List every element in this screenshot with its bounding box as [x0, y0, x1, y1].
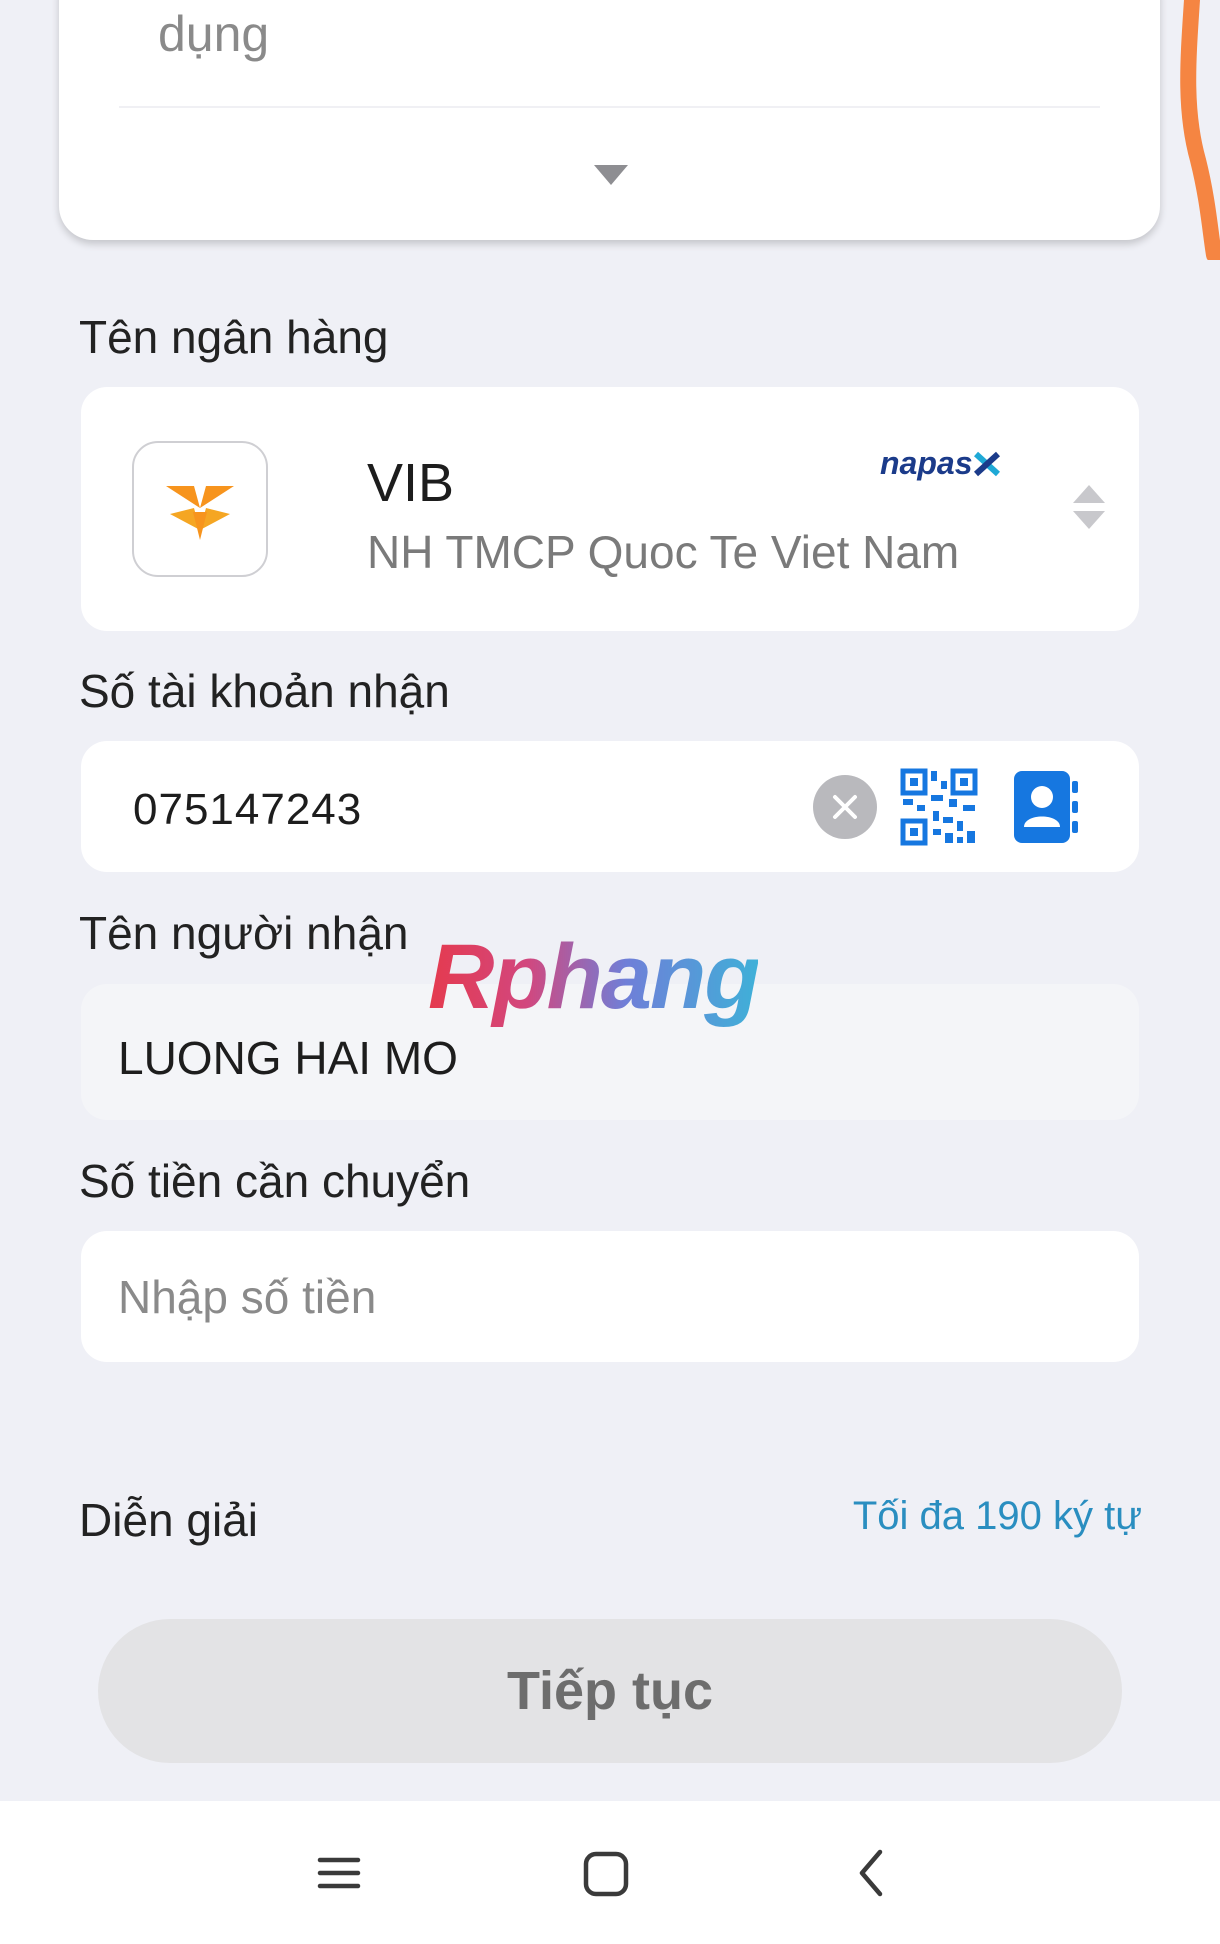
orange-stroke-mark: [1180, 0, 1220, 260]
amount-field[interactable]: [81, 1231, 1139, 1362]
payment-method-card[interactable]: dụng: [59, 0, 1160, 240]
bank-code: VIB: [367, 453, 455, 513]
home-icon[interactable]: [580, 1848, 632, 1900]
qr-code-icon[interactable]: [899, 767, 979, 847]
note-label: Diễn giải: [79, 1494, 258, 1546]
napas-mark-icon: [974, 451, 1001, 476]
bank-label: Tên ngân hàng: [79, 311, 389, 363]
amount-input[interactable]: [118, 1267, 1078, 1327]
bank-selector[interactable]: VIB NH TMCP Quoc Te Viet Nam napas: [81, 387, 1139, 631]
menu-icon[interactable]: [314, 1848, 364, 1898]
system-nav-bar: [0, 1801, 1220, 1944]
payment-method-text: dụng: [158, 6, 270, 62]
account-label: Số tài khoản nhận: [79, 665, 450, 717]
continue-button[interactable]: Tiếp tục: [98, 1619, 1122, 1763]
account-number-field[interactable]: 075147243: [81, 741, 1139, 872]
recipient-name-value: LUONG HAI MO: [118, 1032, 458, 1084]
bank-full-name: NH TMCP Quoc Te Viet Nam: [367, 526, 960, 578]
note-limit-text: Tối đa 190 ký tự: [852, 1494, 1142, 1538]
watermark: Rphang: [428, 926, 760, 1028]
recipient-label: Tên người nhận: [79, 907, 409, 959]
divider: [119, 106, 1100, 108]
sort-arrows-icon[interactable]: [1069, 481, 1109, 533]
caret-down-icon[interactable]: [594, 165, 628, 185]
vib-logo-icon: [132, 441, 268, 577]
contacts-icon[interactable]: [1012, 767, 1080, 847]
account-number-value[interactable]: 075147243: [133, 785, 362, 835]
amount-label: Số tiền cần chuyển: [79, 1155, 471, 1207]
clear-icon[interactable]: [813, 775, 877, 839]
back-icon[interactable]: [852, 1848, 892, 1898]
napas-logo: napas: [880, 445, 1001, 482]
napas-text: napas: [880, 445, 973, 481]
